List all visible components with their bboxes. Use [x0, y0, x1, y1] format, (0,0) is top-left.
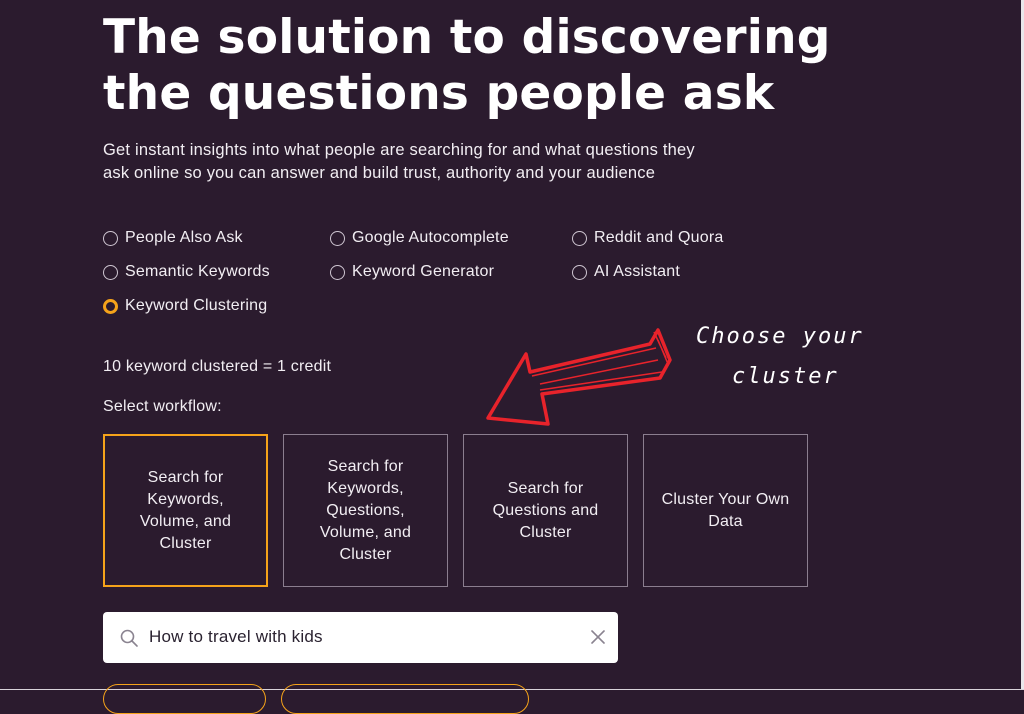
workflow-card-label: Search for Keywords, Volume, and Cluster — [139, 468, 232, 552]
radio-button[interactable] — [572, 230, 587, 246]
tool-option-semantic-keywords[interactable]: Semantic Keywords — [103, 263, 270, 281]
workflow-card-label: Search for Questions and Cluster — [492, 479, 599, 541]
radio-button[interactable] — [103, 230, 118, 246]
tool-option-keyword-generator[interactable]: Keyword Generator — [330, 263, 494, 281]
workflow-card-questions-cluster[interactable]: Search for Questions and Cluster — [463, 434, 628, 587]
tool-option-label: People Also Ask — [125, 229, 243, 246]
search-input[interactable] — [149, 622, 569, 652]
annotation-text-line-2: cluster — [732, 364, 839, 389]
action-button-2[interactable] — [281, 684, 529, 714]
tool-option-label: Google Autocomplete — [352, 229, 509, 246]
radio-button[interactable] — [330, 264, 345, 280]
tool-option-label: Keyword Generator — [352, 263, 495, 280]
page-title: The solution to discovering the question… — [103, 10, 831, 122]
tool-option-reddit-and-quora[interactable]: Reddit and Quora — [572, 229, 724, 247]
page-subtitle-line-2: ask online so you can answer and build t… — [103, 164, 656, 182]
workflow-card-keywords-questions-volume-cluster[interactable]: Search for Keywords, Questions, Volume, … — [283, 434, 448, 587]
radio-button[interactable] — [330, 230, 345, 246]
annotation: Choose your cluster — [480, 320, 880, 440]
credit-note: 10 keyword clustered = 1 credit — [103, 358, 332, 375]
search-icon — [120, 629, 138, 647]
tool-option-keyword-clustering[interactable]: Keyword Clustering — [103, 297, 267, 315]
tool-option-google-autocomplete[interactable]: Google Autocomplete — [330, 229, 509, 247]
page-subtitle: Get instant insights into what people ar… — [103, 139, 803, 185]
tool-option-label: AI Assistant — [594, 263, 680, 280]
radio-button[interactable] — [103, 264, 118, 280]
radio-button[interactable] — [572, 264, 587, 280]
tool-option-label: Semantic Keywords — [125, 263, 270, 280]
page-subtitle-line-1: Get instant insights into what people ar… — [103, 141, 695, 159]
tool-option-label: Reddit and Quora — [594, 229, 724, 246]
page-title-line-1: The solution to discovering — [103, 10, 831, 65]
workflow-card-label: Cluster Your Own Data — [661, 490, 790, 530]
workflow-card-keywords-volume-cluster[interactable]: Search for Keywords, Volume, and Cluster — [103, 434, 268, 587]
page-title-line-2: the questions people ask — [103, 66, 775, 121]
close-icon[interactable] — [590, 629, 606, 645]
tool-option-label: Keyword Clustering — [125, 297, 268, 314]
workflow-label: Select workflow: — [103, 398, 222, 415]
annotation-text-line-1: Choose your — [696, 324, 864, 349]
tool-option-people-also-ask[interactable]: People Also Ask — [103, 229, 243, 247]
workflow-card-label: Search for Keywords, Questions, Volume, … — [319, 457, 412, 563]
workflow-card-own-data[interactable]: Cluster Your Own Data — [643, 434, 808, 587]
search-box — [103, 612, 618, 663]
radio-button-selected[interactable] — [103, 298, 118, 314]
action-button-1[interactable] — [103, 684, 266, 714]
tool-option-ai-assistant[interactable]: AI Assistant — [572, 263, 680, 281]
